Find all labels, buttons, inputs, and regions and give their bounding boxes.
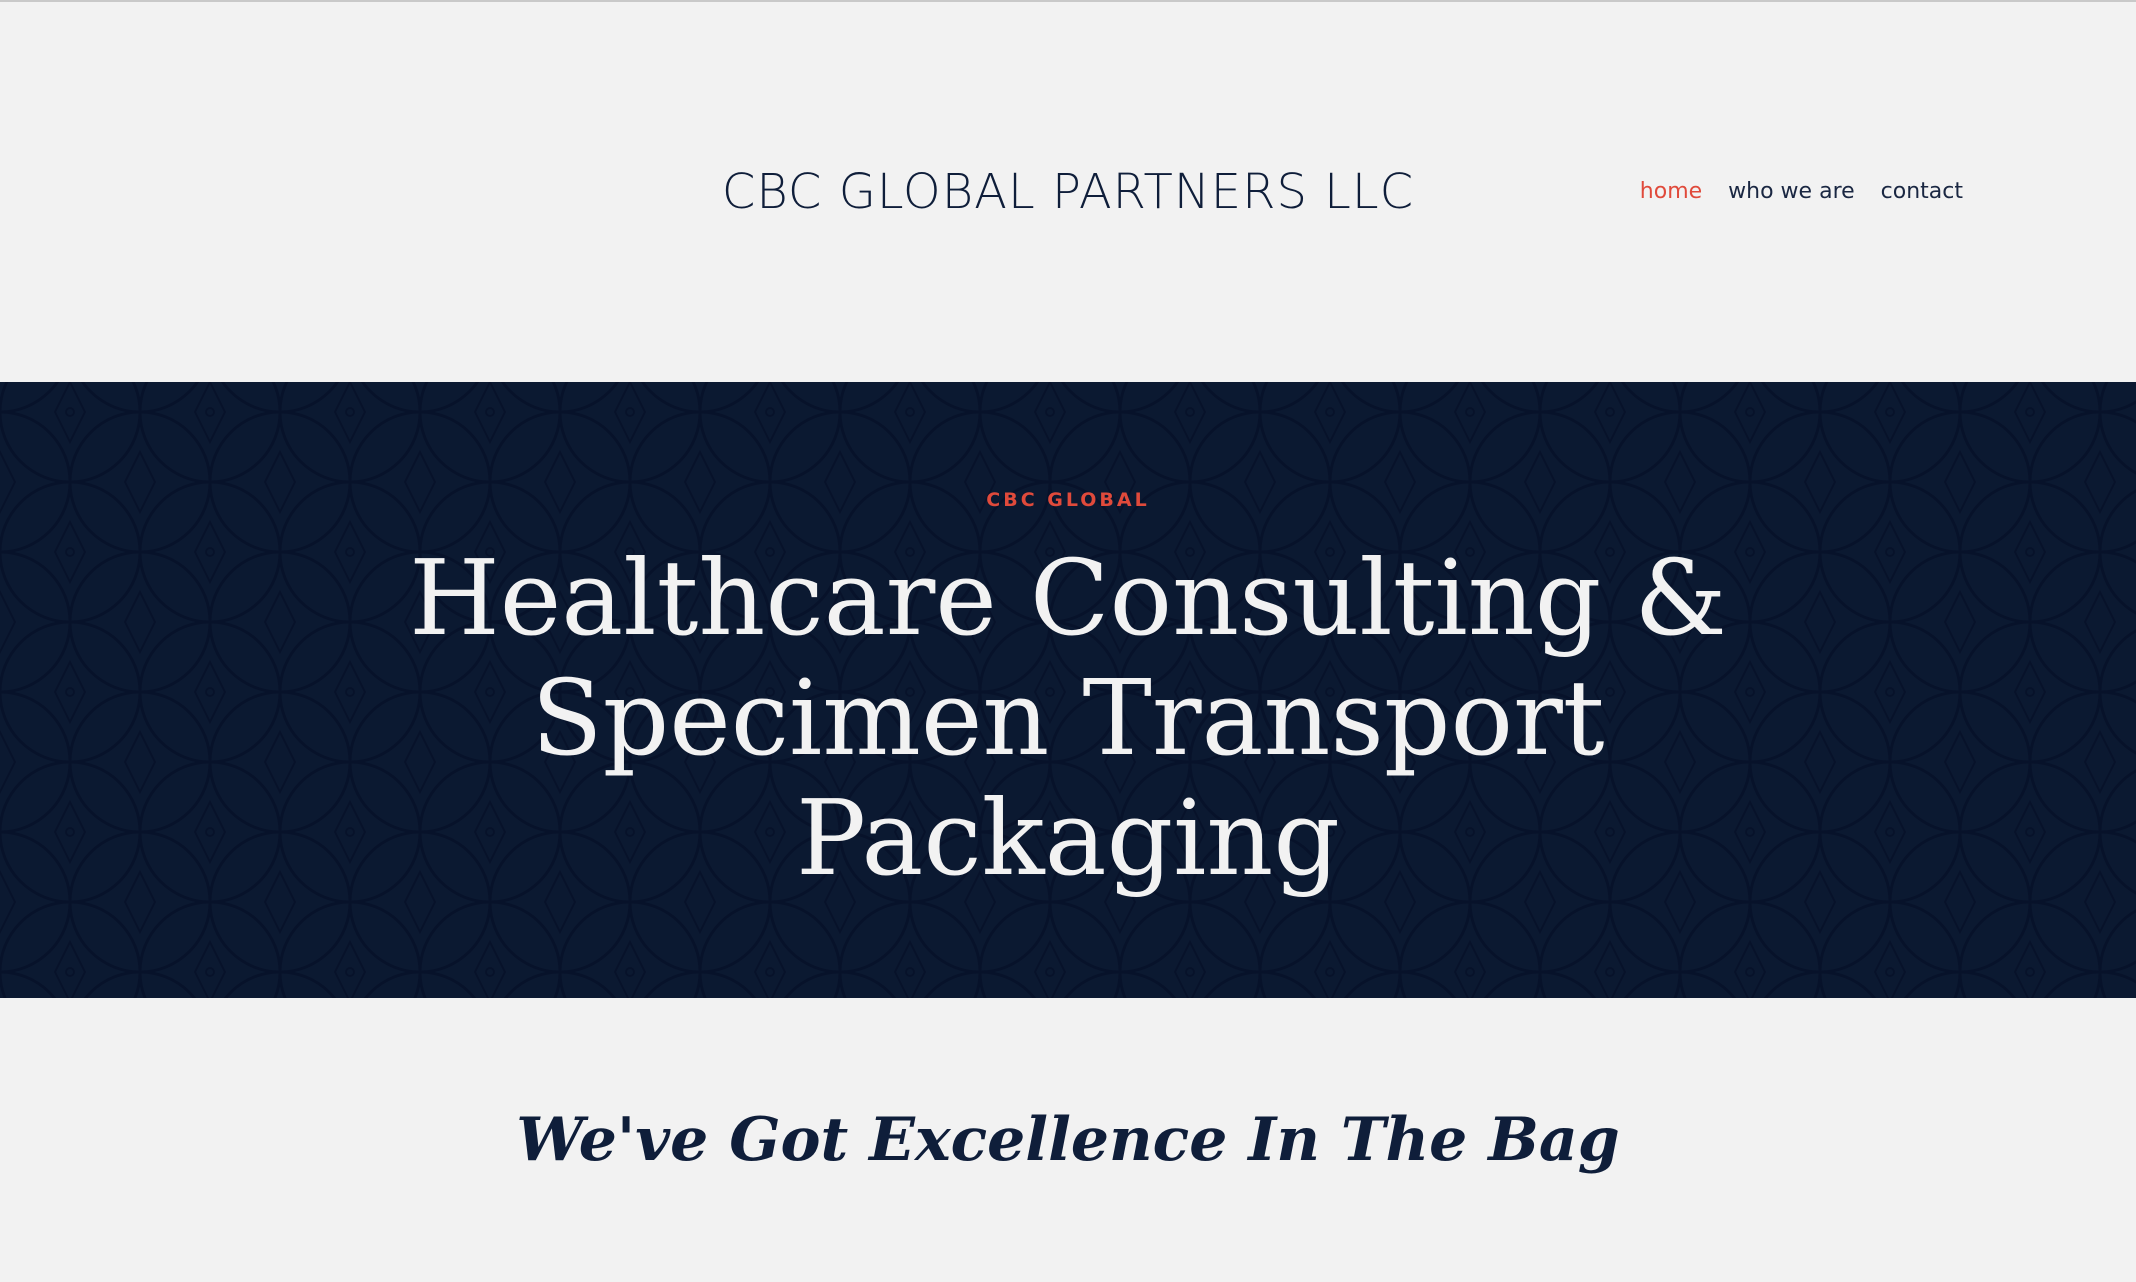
nav-link-who-we-are[interactable]: who we are — [1728, 178, 1855, 206]
main-nav: home who we are contact — [1640, 178, 1963, 206]
site-header: CBC GLOBAL PARTNERS LLC home who we are … — [0, 2, 2136, 382]
nav-link-home[interactable]: home — [1640, 178, 1702, 206]
nav-link-contact[interactable]: contact — [1881, 178, 1963, 206]
hero-kicker: CBC GLOBAL — [986, 489, 1150, 511]
hero-banner: CBC GLOBAL Healthcare Consulting & Speci… — [0, 382, 2136, 998]
tagline: We've Got Excellence In The Bag — [516, 1105, 1620, 1175]
hero-heading: Healthcare Consulting & Specimen Transpo… — [409, 537, 1727, 899]
